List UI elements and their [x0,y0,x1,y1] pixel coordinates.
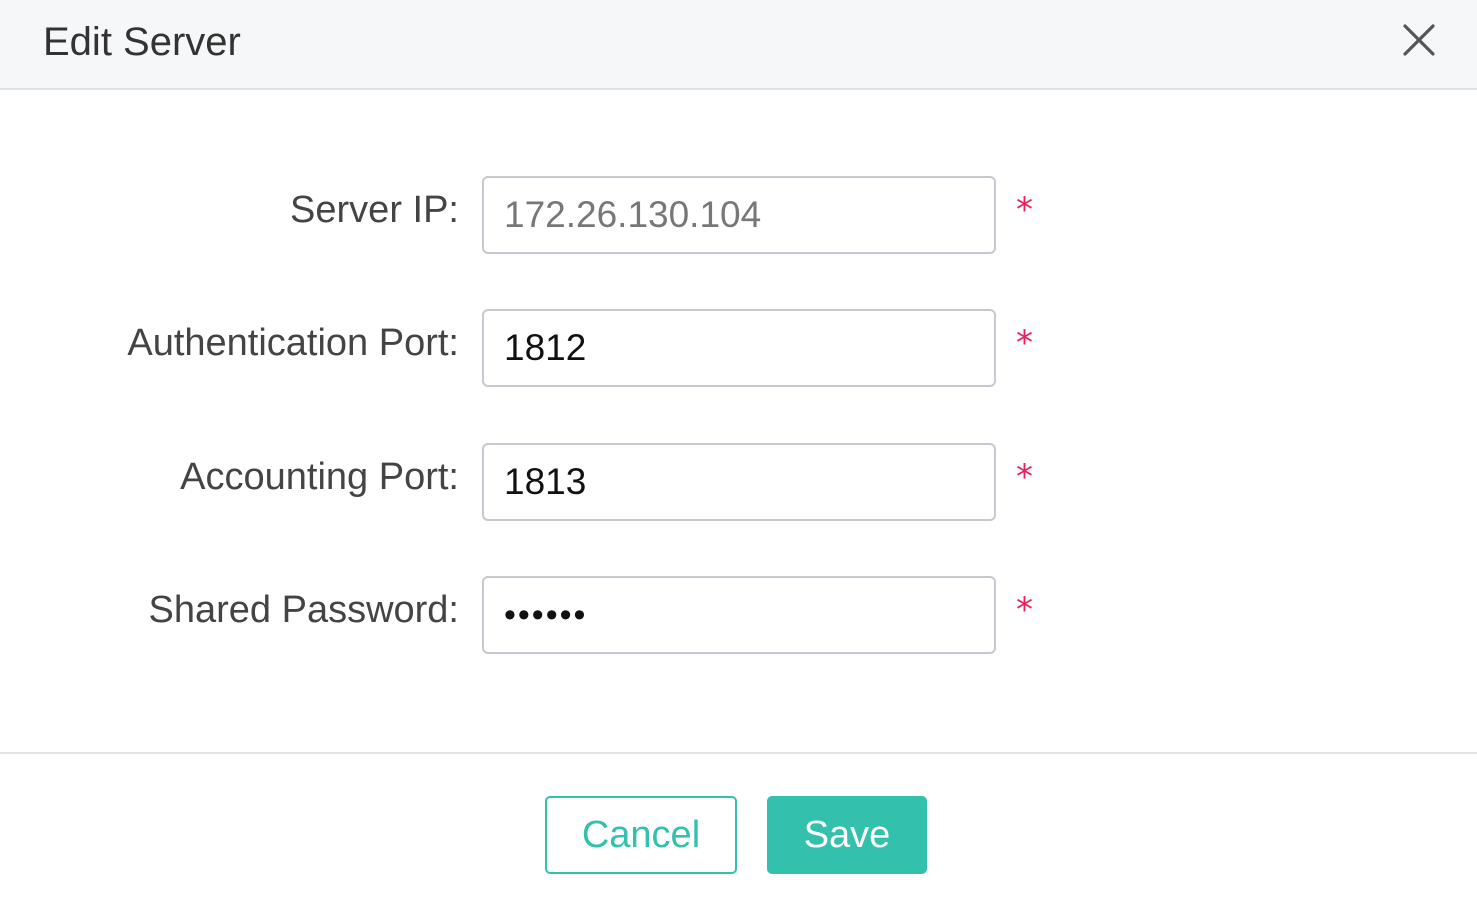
accounting-port-input[interactable] [482,443,996,521]
shared-password-row: Shared Password: * [0,576,1477,654]
save-button[interactable]: Save [767,796,927,874]
shared-password-label: Shared Password: [148,589,460,631]
authentication-port-input[interactable] [482,309,996,387]
accounting-port-label: Accounting Port: [180,456,459,498]
dialog-header: Edit Server [0,0,1477,90]
server-ip-label: Server IP: [290,189,459,231]
server-ip-input[interactable] [482,176,996,254]
cancel-button[interactable]: Cancel [545,796,737,874]
server-ip-row: Server IP: * [0,176,1477,254]
accounting-port-row: Accounting Port: * [0,443,1477,521]
required-asterisk: * [1016,457,1033,497]
footer-divider [0,752,1477,754]
close-icon [1403,24,1435,56]
authentication-port-row: Authentication Port: * [0,309,1477,387]
required-asterisk: * [1016,323,1033,363]
required-asterisk: * [1016,590,1033,630]
authentication-port-label: Authentication Port: [127,322,459,364]
close-button[interactable] [1398,19,1440,61]
dialog-title: Edit Server [43,20,241,64]
shared-password-input[interactable] [482,576,996,654]
required-asterisk: * [1016,190,1033,230]
edit-server-dialog: Edit Server Server IP: * Authentication … [0,0,1477,908]
